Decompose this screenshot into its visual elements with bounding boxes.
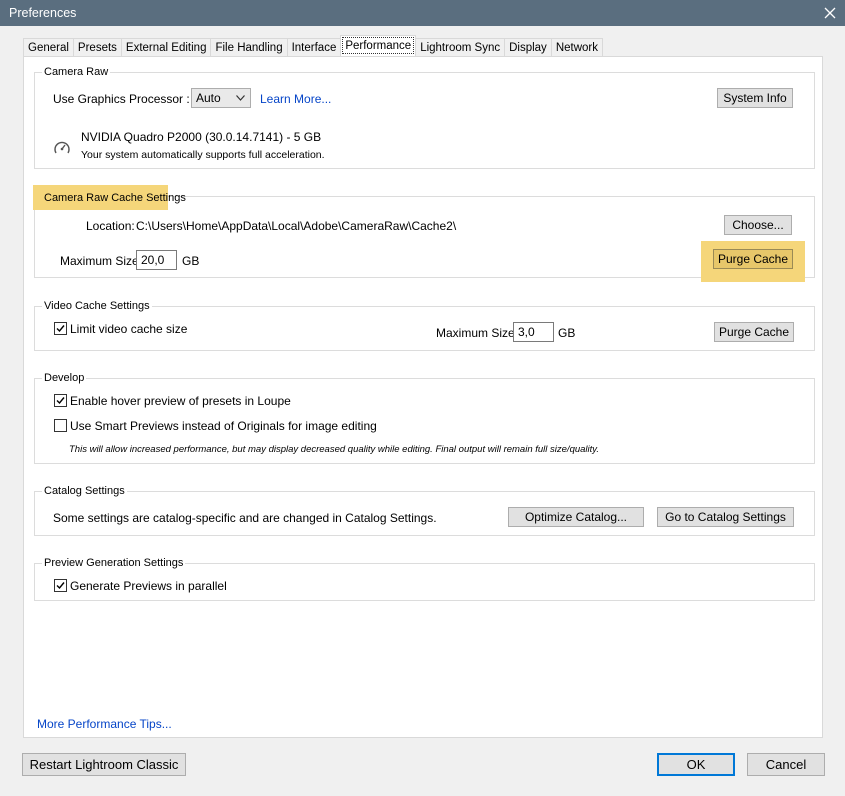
gauge-icon [53, 139, 71, 160]
catalog-group: Catalog Settings Some settings are catal… [34, 484, 815, 536]
performance-panel: Camera Raw Use Graphics Processor : Auto… [23, 56, 823, 738]
tab-strip: General Presets External Editing File Ha… [23, 35, 603, 57]
gpu-status: Your system automatically supports full … [81, 149, 325, 161]
gpu-select-value: Auto [196, 91, 221, 105]
tab-presets[interactable]: Presets [72, 38, 122, 57]
limit-video-cache-label: Limit video cache size [70, 322, 188, 336]
more-performance-tips-link[interactable]: More Performance Tips... [37, 717, 172, 731]
limit-video-cache-checkbox[interactable] [54, 322, 67, 335]
tab-general[interactable]: General [23, 38, 74, 57]
video-unit: GB [558, 326, 576, 340]
close-icon[interactable] [815, 0, 845, 26]
tab-lightroom-sync[interactable]: Lightroom Sync [415, 38, 506, 57]
ok-button[interactable]: OK [657, 753, 735, 776]
smart-previews-checkbox[interactable] [54, 419, 67, 432]
tab-interface[interactable]: Interface [286, 38, 342, 57]
restart-lightroom-button[interactable]: Restart Lightroom Classic [22, 753, 186, 776]
tab-performance[interactable]: Performance [340, 35, 417, 56]
checkmark-icon [56, 397, 65, 405]
smart-previews-label: Use Smart Previews instead of Originals … [70, 419, 377, 433]
preview-group: Preview Generation Settings Generate Pre… [34, 556, 815, 601]
go-to-catalog-settings-button[interactable]: Go to Catalog Settings [657, 507, 794, 527]
video-max-size-label: Maximum Size: [436, 326, 519, 340]
cache-max-size-label: Maximum Size: [60, 254, 143, 268]
parallel-previews-label: Generate Previews in parallel [70, 579, 227, 593]
video-cache-title: Video Cache Settings [42, 299, 152, 313]
video-purge-cache-button[interactable]: Purge Cache [714, 322, 794, 342]
optimize-catalog-button[interactable]: Optimize Catalog... [508, 507, 644, 527]
video-cache-group: Video Cache Settings Limit video cache s… [34, 299, 815, 351]
cancel-button[interactable]: Cancel [747, 753, 825, 776]
hover-preview-checkbox[interactable] [54, 394, 67, 407]
cache-unit: GB [182, 254, 200, 268]
location-value: C:\Users\Home\AppData\Local\Adobe\Camera… [136, 219, 457, 233]
cache-title: Camera Raw Cache Settings [44, 192, 186, 204]
preview-title: Preview Generation Settings [42, 556, 186, 570]
gpu-select[interactable]: Auto [191, 88, 251, 108]
cache-group: Camera Raw Cache Settings Location: C:\U… [33, 185, 815, 282]
system-info-button[interactable]: System Info [717, 88, 793, 108]
tab-file-handling[interactable]: File Handling [210, 38, 288, 57]
camera-raw-title: Camera Raw [42, 65, 111, 79]
tab-network[interactable]: Network [550, 38, 603, 57]
cache-max-size-input[interactable]: 20,0 [136, 250, 177, 270]
catalog-title: Catalog Settings [42, 484, 127, 498]
video-max-size-input[interactable]: 3,0 [513, 322, 554, 342]
window-title: Preferences [9, 6, 77, 20]
location-label: Location: [86, 219, 135, 233]
chevron-down-icon [236, 95, 245, 101]
checkmark-icon [56, 325, 65, 333]
develop-group: Develop Enable hover preview of presets … [34, 371, 815, 464]
learn-more-link[interactable]: Learn More... [260, 92, 331, 106]
choose-button[interactable]: Choose... [724, 215, 792, 235]
catalog-text: Some settings are catalog-specific and a… [53, 511, 437, 525]
parallel-previews-checkbox[interactable] [54, 579, 67, 592]
smart-previews-note: This will allow increased performance, b… [69, 444, 599, 455]
tab-external-editing[interactable]: External Editing [120, 38, 212, 57]
checkmark-icon [56, 582, 65, 590]
develop-title: Develop [42, 371, 87, 385]
gpu-name: NVIDIA Quadro P2000 (30.0.14.7141) - 5 G… [81, 130, 322, 144]
purge-cache-button[interactable]: Purge Cache [713, 249, 793, 269]
tab-display[interactable]: Display [504, 38, 552, 57]
title-bar: Preferences [0, 0, 845, 26]
gpu-label: Use Graphics Processor : [53, 92, 190, 106]
hover-preview-label: Enable hover preview of presets in Loupe [70, 394, 291, 408]
camera-raw-group: Camera Raw Use Graphics Processor : Auto… [34, 65, 815, 169]
